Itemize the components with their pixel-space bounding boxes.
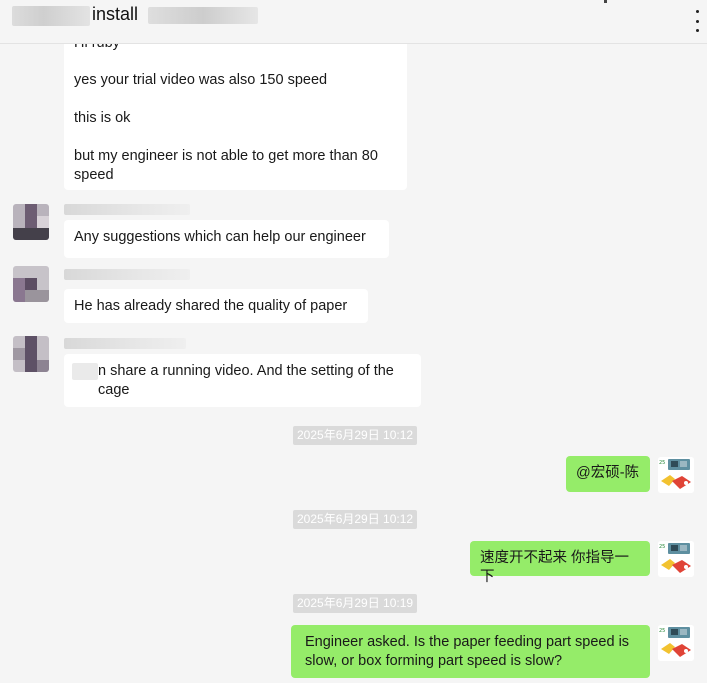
message-text: He has already shared the quality of pap…	[74, 298, 348, 314]
received-message[interactable]: n share a running video. And the setting…	[64, 354, 421, 407]
avatar[interactable]	[13, 204, 49, 240]
received-message[interactable]: Hi ruby yes your trial video was also 15…	[64, 44, 407, 190]
message-list[interactable]: Hi ruby yes your trial video was also 15…	[0, 44, 707, 683]
svg-text:25: 25	[659, 628, 665, 634]
svg-text:25: 25	[659, 544, 665, 550]
message-text: Hi ruby	[74, 44, 397, 53]
sent-message[interactable]: 速度开不起来 你指导一下	[470, 541, 650, 585]
window-control-dot	[604, 0, 607, 3]
more-options-icon[interactable]	[694, 10, 700, 32]
message-text: this is ok	[74, 110, 131, 126]
timestamp: 2025年6月29日 10:12	[293, 510, 418, 529]
svg-text:25: 25	[659, 460, 665, 466]
chat-header: install	[0, 0, 707, 44]
message-text: but my engineer is not able to get more …	[74, 148, 378, 183]
my-avatar[interactable]: 25	[658, 457, 694, 493]
timestamp: 2025年6月29日 10:19	[293, 594, 418, 613]
received-message[interactable]: Any suggestions which can help our engin…	[64, 220, 389, 258]
sender-name-blurred	[64, 204, 190, 215]
avatar[interactable]	[13, 266, 49, 302]
message-text: @宏硕-陈	[576, 465, 640, 481]
sent-message[interactable]: @宏硕-陈	[566, 456, 650, 492]
chat-title: install	[92, 4, 139, 24]
timestamp: 2025年6月29日 10:12	[293, 426, 418, 445]
avatar[interactable]	[13, 336, 49, 372]
my-avatar[interactable]: 25	[658, 541, 694, 577]
sender-name-blurred	[64, 269, 190, 280]
my-avatar[interactable]: 25	[658, 625, 694, 661]
sender-name-blurred	[64, 338, 186, 349]
message-text: 速度开不起来 你指导一下	[480, 550, 630, 585]
received-message[interactable]: He has already shared the quality of pap…	[64, 289, 368, 323]
blurred-avatar-group	[12, 6, 90, 26]
sent-message[interactable]: Engineer asked. Is the paper feeding par…	[291, 625, 650, 678]
message-text: Any suggestions which can help our engin…	[74, 229, 366, 245]
blurred-title-suffix	[148, 7, 258, 24]
message-text: Engineer asked. Is the paper feeding par…	[305, 634, 630, 669]
blurred-word	[72, 363, 98, 380]
message-text: n share a running video. And the setting…	[98, 363, 394, 398]
message-text: yes your trial video was also 150 speed	[74, 72, 328, 88]
